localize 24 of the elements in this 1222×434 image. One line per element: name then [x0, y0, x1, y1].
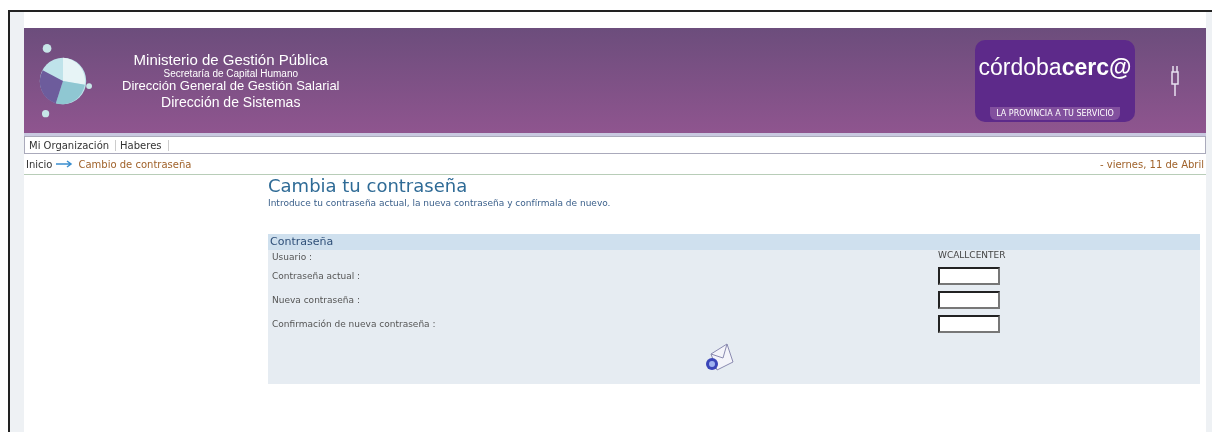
plug-icon[interactable] [1170, 65, 1180, 96]
section-header: Contraseña [268, 234, 1200, 250]
header-title: Dirección General de Gestión Salarial [122, 79, 340, 95]
envelope-icon[interactable] [703, 340, 735, 372]
page-title: Cambia tu contraseña [268, 175, 469, 196]
breadcrumb-home[interactable]: Inicio [26, 158, 53, 170]
brand-name: córdobacerc@ [978, 53, 1132, 81]
field-label: Usuario : [272, 252, 314, 262]
field-label: Contraseña actual : [272, 271, 362, 281]
password-field[interactable] [938, 267, 1000, 285]
username-value: WCALLCENTER [938, 250, 1006, 260]
date-label: - viernes, 11 de Abril [1099, 158, 1205, 170]
field-label: Confirmación de nueva contraseña : [272, 319, 437, 329]
breadcrumb-current: Cambio de contraseña [78, 158, 192, 170]
header-title: Dirección de Sistemas [161, 94, 301, 111]
field-label: Nueva contraseña : [272, 295, 361, 305]
brand-tagline: LA PROVINCIA A TU SERVICIO [990, 106, 1120, 120]
nav-link[interactable]: Haberes [116, 139, 169, 151]
arrow-icon [56, 160, 75, 168]
nav-link[interactable]: Mi Organización [25, 139, 117, 151]
password-field[interactable] [938, 315, 1000, 333]
password-field[interactable] [938, 291, 1000, 309]
header-title: Ministerio de Gestión Pública [133, 50, 328, 68]
header-title: Secretaría de Capital Humano [163, 67, 298, 80]
